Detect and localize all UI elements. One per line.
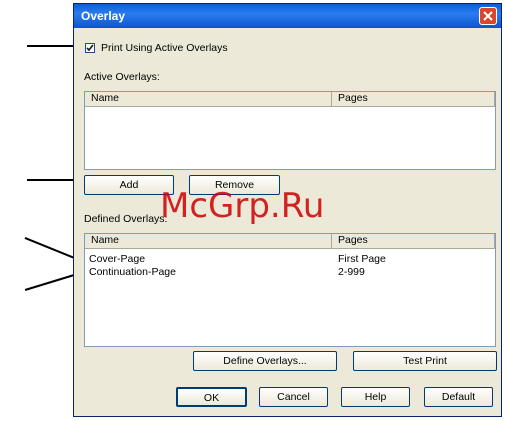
overlay-row-pages[interactable]: 2-999	[338, 266, 365, 278]
ok-button[interactable]: OK	[176, 387, 247, 407]
window-title: Overlay	[81, 9, 126, 23]
watermark-text: McGrp.Ru	[160, 186, 325, 226]
overlay-row-pages[interactable]: First Page	[338, 253, 386, 265]
cancel-button[interactable]: Cancel	[259, 387, 328, 407]
overlay-row-name[interactable]: Continuation-Page	[89, 266, 176, 278]
test-print-button[interactable]: Test Print	[353, 351, 497, 371]
default-button[interactable]: Default	[424, 387, 493, 407]
define-overlays-button[interactable]: Define Overlays...	[193, 351, 337, 371]
overlay-row-name[interactable]: Cover-Page	[89, 253, 145, 265]
close-button[interactable]	[479, 7, 497, 25]
print-overlays-checkbox[interactable]	[85, 43, 95, 53]
help-button[interactable]: Help	[341, 387, 410, 407]
defined-overlays-label: Defined Overlays:	[84, 213, 168, 225]
defined-overlays-list[interactable]: Name Pages Cover-Page First Page Continu…	[84, 233, 496, 347]
column-header-name[interactable]: Name	[85, 234, 332, 248]
defined-overlays-header: Name Pages	[85, 234, 495, 249]
column-header-name[interactable]: Name	[85, 92, 332, 106]
checkmark-icon	[86, 44, 94, 52]
title-bar: Overlay	[74, 4, 501, 28]
column-header-pages[interactable]: Pages	[332, 234, 495, 248]
column-header-pages[interactable]: Pages	[332, 92, 495, 106]
close-icon	[483, 11, 493, 21]
print-overlays-label[interactable]: Print Using Active Overlays	[101, 42, 228, 54]
active-overlays-label: Active Overlays:	[84, 71, 160, 83]
active-overlays-list[interactable]: Name Pages	[84, 91, 496, 170]
active-overlays-header: Name Pages	[85, 92, 495, 107]
